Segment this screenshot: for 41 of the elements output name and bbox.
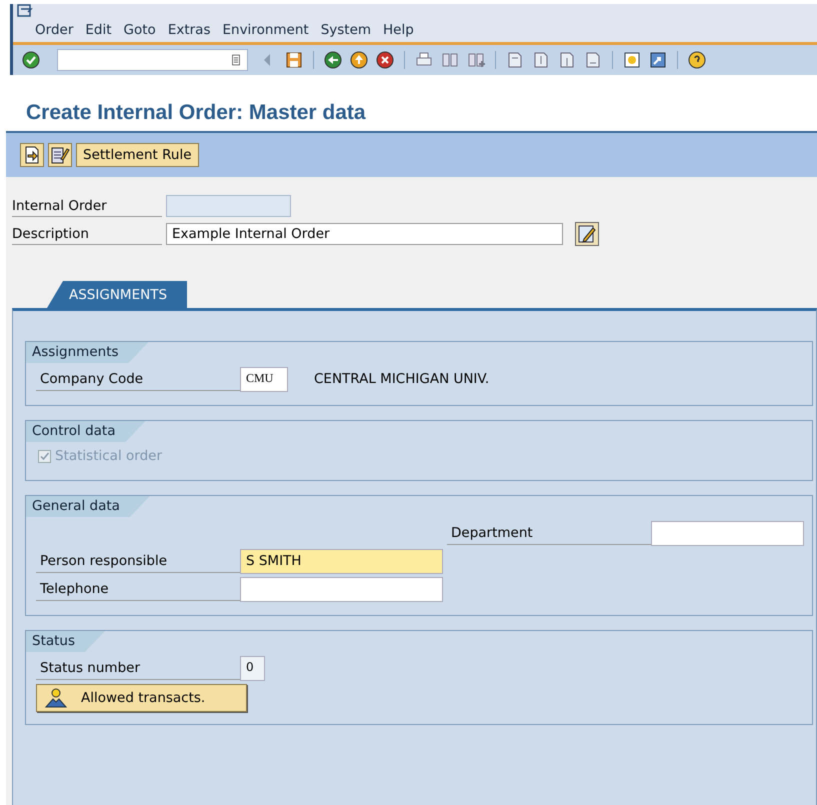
- menu-item[interactable]: Goto: [124, 22, 156, 38]
- group-title: Control data: [26, 421, 146, 442]
- confirm-icon[interactable]: [21, 50, 41, 70]
- menu-item[interactable]: Edit: [85, 22, 112, 38]
- menu-item[interactable]: Order: [35, 22, 74, 38]
- cancel-icon[interactable]: [375, 50, 395, 70]
- field-label: Internal Order: [12, 195, 162, 217]
- long-text-button[interactable]: [575, 222, 599, 246]
- calculator-pencil-icon: [50, 145, 70, 165]
- save-icon[interactable]: [284, 50, 304, 70]
- input-field[interactable]: [651, 520, 804, 546]
- history-icon[interactable]: [229, 53, 243, 67]
- group-title: Status: [26, 631, 106, 652]
- edit-button[interactable]: [48, 143, 72, 167]
- settlement-rule-button[interactable]: Settlement Rule: [76, 143, 199, 167]
- input-field[interactable]: CMU: [240, 366, 288, 392]
- field-label: Description: [12, 223, 162, 245]
- exit-icon[interactable]: [349, 50, 369, 70]
- export-button[interactable]: [20, 143, 44, 167]
- input-field[interactable]: [166, 195, 291, 217]
- menu-item[interactable]: System: [320, 22, 372, 38]
- field-description: CENTRAL MICHIGAN UNIV.: [314, 371, 490, 387]
- menu-item[interactable]: Environment: [222, 22, 309, 38]
- input-field[interactable]: S SMITH: [240, 548, 443, 574]
- back-icon[interactable]: [323, 50, 343, 70]
- input-field[interactable]: Example Internal Order: [166, 223, 563, 245]
- menu-item[interactable]: Extras: [168, 22, 210, 38]
- person-icon: [45, 688, 67, 708]
- shortcut-icon[interactable]: [648, 50, 668, 70]
- help-icon[interactable]: [687, 50, 707, 70]
- group-title: General data: [26, 496, 150, 517]
- system-menu-icon[interactable]: [17, 4, 33, 18]
- pencil-icon: [577, 224, 597, 244]
- group-title: Assignments: [26, 342, 149, 363]
- command-field[interactable]: [57, 49, 248, 71]
- checkbox-label: Statistical order: [55, 448, 162, 464]
- tab[interactable]: ASSIGNMENTS: [47, 281, 188, 308]
- menu-item[interactable]: Help: [383, 22, 414, 38]
- input-field[interactable]: [240, 576, 443, 602]
- allowed-transactions-button[interactable]: Allowed transacts.: [36, 684, 247, 712]
- input-field[interactable]: 0: [240, 656, 265, 680]
